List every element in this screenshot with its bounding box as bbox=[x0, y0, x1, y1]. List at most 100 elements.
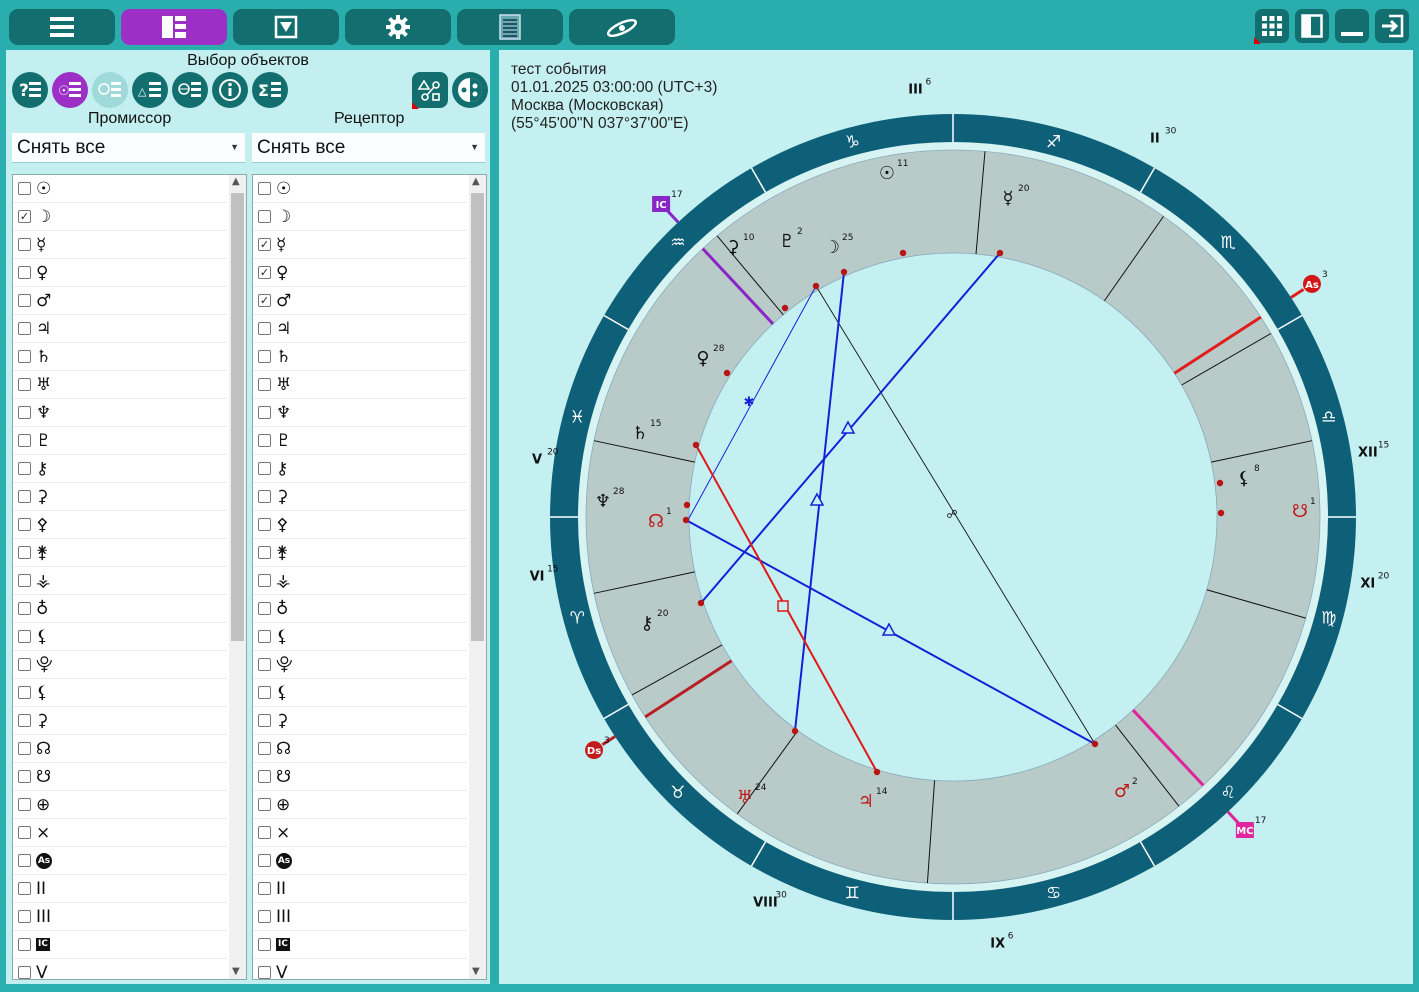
promissor-checkbox[interactable] bbox=[18, 826, 31, 839]
receptor-checkbox[interactable] bbox=[258, 742, 271, 755]
dropdown-toggle-button[interactable] bbox=[233, 9, 339, 45]
receptor-checkbox[interactable] bbox=[258, 182, 271, 195]
promissor-checkbox[interactable] bbox=[18, 518, 31, 531]
globe-list-button[interactable] bbox=[172, 72, 208, 108]
promissor-checkbox[interactable] bbox=[18, 490, 31, 503]
receptor-checkbox[interactable] bbox=[258, 798, 271, 811]
receptor-row[interactable]: III bbox=[253, 903, 467, 931]
receptor-checkbox[interactable] bbox=[258, 630, 271, 643]
receptor-checkbox[interactable] bbox=[258, 658, 271, 671]
promissor-checkbox[interactable]: ✓ bbox=[18, 210, 31, 223]
promissor-checkbox[interactable] bbox=[18, 882, 31, 895]
receptor-row[interactable]: ✓ ☿ bbox=[253, 231, 467, 259]
promissor-checkbox[interactable] bbox=[18, 574, 31, 587]
receptor-row[interactable]: V bbox=[253, 959, 467, 979]
promissor-row[interactable]: ♁ bbox=[13, 595, 227, 623]
receptor-checkbox[interactable] bbox=[258, 882, 271, 895]
promissor-checkbox[interactable] bbox=[18, 966, 31, 979]
info-button[interactable] bbox=[212, 72, 248, 108]
time-list-button[interactable] bbox=[92, 72, 128, 108]
promissor-checkbox[interactable] bbox=[18, 910, 31, 923]
promissor-row[interactable]: ⚵ bbox=[13, 539, 227, 567]
galaxy-button[interactable] bbox=[569, 9, 675, 45]
promissor-row[interactable]: ☉ bbox=[13, 175, 227, 203]
receptor-checkbox[interactable] bbox=[258, 854, 271, 867]
scroll-down-icon[interactable]: ▼ bbox=[472, 966, 480, 977]
receptor-row[interactable]: ☊ bbox=[253, 735, 467, 763]
receptor-checkbox[interactable] bbox=[258, 210, 271, 223]
chart-wheel[interactable]: ♑ ♐♏♎♍♌♋♊♉♈♓♒III 6II 30V 20VI 15VIII30IX 6XI 20… bbox=[499, 50, 1413, 984]
promissor-row[interactable]: IC bbox=[13, 931, 227, 959]
receptor-row[interactable]: ♄ bbox=[253, 343, 467, 371]
receptor-checkbox[interactable] bbox=[258, 490, 271, 503]
promissor-checkbox[interactable] bbox=[18, 406, 31, 419]
scroll-up-icon[interactable]: ▲ bbox=[472, 176, 480, 187]
promissor-row[interactable]: V bbox=[13, 959, 227, 979]
receptor-row[interactable]: ⚸ bbox=[253, 623, 467, 651]
receptor-row[interactable]: ⚸ bbox=[253, 679, 467, 707]
promissor-checkbox[interactable] bbox=[18, 630, 31, 643]
promissor-checkbox[interactable] bbox=[18, 854, 31, 867]
minimize-button[interactable] bbox=[1335, 9, 1369, 43]
receptor-checkbox[interactable] bbox=[258, 574, 271, 587]
receptor-checkbox[interactable] bbox=[258, 910, 271, 923]
promissor-row[interactable]: ⨯ bbox=[13, 819, 227, 847]
promissor-checkbox[interactable] bbox=[18, 602, 31, 615]
receptor-checkbox[interactable] bbox=[258, 770, 271, 783]
promissor-row[interactable]: ⚸ bbox=[13, 623, 227, 651]
settings-button[interactable] bbox=[345, 9, 451, 45]
receptor-checkbox[interactable]: ✓ bbox=[258, 294, 271, 307]
receptor-row[interactable]: As bbox=[253, 847, 467, 875]
receptor-checkbox[interactable] bbox=[258, 714, 271, 727]
receptor-row[interactable]: ⨯ bbox=[253, 819, 467, 847]
promissor-checkbox[interactable] bbox=[18, 686, 31, 699]
receptor-row[interactable]: ☽ bbox=[253, 203, 467, 231]
promissor-checkbox[interactable] bbox=[18, 714, 31, 727]
receptor-row[interactable]: ⚵ bbox=[253, 539, 467, 567]
promissor-checkbox[interactable] bbox=[18, 238, 31, 251]
receptor-checkbox[interactable] bbox=[258, 350, 271, 363]
promissor-row[interactable]: ⯓ bbox=[13, 651, 227, 679]
promissor-checkbox[interactable] bbox=[18, 350, 31, 363]
receptor-row[interactable]: ⯓ bbox=[253, 651, 467, 679]
promissor-row[interactable]: ♀ bbox=[13, 259, 227, 287]
promissor-row[interactable]: ⚶ bbox=[13, 567, 227, 595]
promissor-row[interactable]: ☋ bbox=[13, 763, 227, 791]
receptor-checkbox[interactable] bbox=[258, 462, 271, 475]
promissor-checkbox[interactable] bbox=[18, 742, 31, 755]
receptor-checkbox[interactable] bbox=[258, 602, 271, 615]
promissor-row[interactable]: ✓ ☽ bbox=[13, 203, 227, 231]
planets-list-button[interactable]: ☉ bbox=[52, 72, 88, 108]
receptor-row[interactable]: ⊕ bbox=[253, 791, 467, 819]
promissor-checkbox[interactable] bbox=[18, 546, 31, 559]
receptor-checkbox[interactable] bbox=[258, 434, 271, 447]
list-view-button[interactable] bbox=[9, 9, 115, 45]
aspect-graph-button[interactable] bbox=[412, 72, 448, 109]
receptor-row[interactable]: ⚴ bbox=[253, 511, 467, 539]
scroll-thumb[interactable] bbox=[471, 193, 484, 641]
promissor-scrollbar[interactable]: ▲ ▼ bbox=[229, 175, 246, 979]
receptor-row[interactable]: ♅ bbox=[253, 371, 467, 399]
receptor-row[interactable]: ♆ bbox=[253, 399, 467, 427]
promissor-checkbox[interactable] bbox=[18, 434, 31, 447]
promissor-row[interactable]: ♃ bbox=[13, 315, 227, 343]
promissor-row[interactable]: ⚳ bbox=[13, 483, 227, 511]
receptor-scrollbar[interactable]: ▲ ▼ bbox=[469, 175, 486, 979]
receptor-checkbox[interactable] bbox=[258, 938, 271, 951]
promissor-checkbox[interactable] bbox=[18, 462, 31, 475]
receptor-checkbox[interactable] bbox=[258, 826, 271, 839]
grid-view-button[interactable] bbox=[1254, 9, 1289, 44]
receptor-row[interactable]: ☉ bbox=[253, 175, 467, 203]
chart-mode-button[interactable] bbox=[452, 72, 488, 108]
receptor-row[interactable]: ⚶ bbox=[253, 567, 467, 595]
panel-splitter[interactable] bbox=[490, 50, 496, 984]
receptor-row[interactable]: IC bbox=[253, 931, 467, 959]
promissor-row[interactable]: ♆ bbox=[13, 399, 227, 427]
receptor-select[interactable]: Снять все ▼ bbox=[252, 133, 485, 163]
promissor-row[interactable]: ⚴ bbox=[13, 511, 227, 539]
promissor-row[interactable]: ⊕ bbox=[13, 791, 227, 819]
receptor-checkbox[interactable] bbox=[258, 518, 271, 531]
receptor-row[interactable]: ✓ ♀ bbox=[253, 259, 467, 287]
receptor-row[interactable]: ⚳ bbox=[253, 707, 467, 735]
receptor-row[interactable]: ✓ ♂ bbox=[253, 287, 467, 315]
